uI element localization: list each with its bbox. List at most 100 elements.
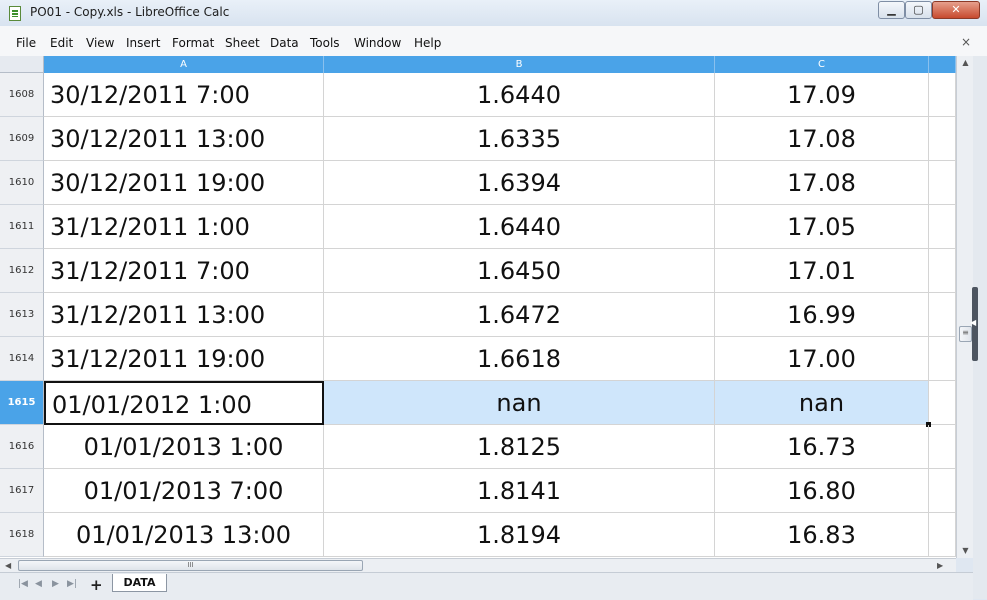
cell-a[interactable]: 30/12/2011 19:00 [44,161,324,205]
row-header[interactable]: 1613 [0,293,44,337]
cell-b[interactable]: 1.6472 [324,293,715,337]
scroll-down-icon[interactable]: ▼ [957,544,974,558]
row-header[interactable]: 1612 [0,249,44,293]
cell-b[interactable]: nan [324,381,715,425]
cell-c[interactable]: 16.99 [715,293,929,337]
horizontal-scrollbar[interactable]: ◀ III ▶ [0,558,956,573]
row-header[interactable]: 1611 [0,205,44,249]
first-sheet-icon[interactable]: |◀ [18,579,28,589]
maximize-button[interactable]: ▢ [905,1,932,19]
row-header[interactable]: 1618 [0,513,44,557]
cell-a[interactable]: 01/01/2013 7:00 [44,469,324,513]
row-header[interactable]: 1609 [0,117,44,161]
cell-b[interactable]: 1.6394 [324,161,715,205]
row-header[interactable]: 1616 [0,425,44,469]
cell-d[interactable] [929,425,956,469]
cell-b[interactable]: 1.8194 [324,513,715,557]
vertical-scroll-thumb[interactable]: ≡ [959,326,972,342]
add-sheet-button[interactable]: + [90,576,103,594]
table-row: 1612 31/12/2011 7:00 1.6450 17.01 [0,249,956,293]
close-document-icon[interactable]: × [961,35,971,49]
menu-data[interactable]: Data [270,36,299,50]
menu-window[interactable]: Window [354,36,401,50]
close-button[interactable]: ✕ [932,1,980,19]
menu-edit[interactable]: Edit [50,36,73,50]
cell-c[interactable]: 16.73 [715,425,929,469]
cell-a[interactable]: 01/01/2013 13:00 [44,513,324,557]
column-header-d[interactable] [929,56,956,73]
spreadsheet-grid[interactable]: A B C 1608 30/12/2011 7:00 1.6440 17.09 1609… [0,56,956,558]
table-row: 1614 31/12/2011 19:00 1.6618 17.00 [0,337,956,381]
cell-b[interactable]: 1.8125 [324,425,715,469]
cell-c[interactable]: 17.09 [715,73,929,117]
table-row: 1615 01/01/2012 1:00 nan nan [0,381,956,427]
cell-a[interactable]: 31/12/2011 19:00 [44,337,324,381]
scroll-left-icon[interactable]: ◀ [5,559,11,573]
cell-a[interactable]: 30/12/2011 13:00 [44,117,324,161]
cell-a[interactable]: 30/12/2011 7:00 [44,73,324,117]
chevron-left-icon: ◀ [970,318,977,327]
cell-c[interactable]: 16.83 [715,513,929,557]
table-row: 1608 30/12/2011 7:00 1.6440 17.09 [0,73,956,117]
cell-c[interactable]: 17.08 [715,117,929,161]
menu-insert[interactable]: Insert [126,36,160,50]
cell-b[interactable]: 1.6335 [324,117,715,161]
cell-d[interactable] [929,205,956,249]
minimize-button[interactable]: ▁ [878,1,905,19]
cell-a[interactable]: 01/01/2013 1:00 [44,425,324,469]
row-header[interactable]: 1614 [0,337,44,381]
horizontal-scroll-thumb[interactable]: III [18,560,363,571]
table-row: 1618 01/01/2013 13:00 1.8194 16.83 [0,513,956,557]
select-all-corner[interactable] [0,56,44,73]
row-header[interactable]: 1615 [0,381,44,425]
cell-a[interactable]: 31/12/2011 13:00 [44,293,324,337]
column-header-a[interactable]: A [44,56,324,73]
column-header-c[interactable]: C [715,56,929,73]
row-header[interactable]: 1617 [0,469,44,513]
cell-c[interactable]: 17.00 [715,337,929,381]
menu-format[interactable]: Format [172,36,214,50]
table-row: 1617 01/01/2013 7:00 1.8141 16.80 [0,469,956,513]
scroll-right-icon[interactable]: ▶ [937,559,943,573]
column-header-b[interactable]: B [324,56,715,73]
cell-d[interactable] [929,161,956,205]
cell-d[interactable] [929,513,956,557]
scroll-up-icon[interactable]: ▲ [957,56,974,70]
menu-sheet[interactable]: Sheet [225,36,260,50]
previous-sheet-icon[interactable]: ◀ [35,579,42,589]
cell-c[interactable]: 16.80 [715,469,929,513]
row-header[interactable]: 1610 [0,161,44,205]
table-row: 1616 01/01/2013 1:00 1.8125 16.73 [0,425,956,469]
cell-d[interactable] [929,293,956,337]
menu-file[interactable]: File [16,36,36,50]
cell-c[interactable]: nan [715,381,929,425]
row-header[interactable]: 1608 [0,73,44,117]
cell-b[interactable]: 1.6440 [324,73,715,117]
next-sheet-icon[interactable]: ▶ [52,579,59,589]
cell-d[interactable] [929,469,956,513]
cell-c[interactable]: 17.05 [715,205,929,249]
cell-d[interactable] [929,249,956,293]
sheet-tab-data[interactable]: DATA [112,574,167,592]
title-bar: PO01 - Copy.xls - LibreOffice Calc ▁ ▢ ✕ [0,0,987,27]
cell-b[interactable]: 1.6618 [324,337,715,381]
cell-d[interactable] [929,117,956,161]
cell-d[interactable] [929,73,956,117]
cell-c[interactable]: 17.01 [715,249,929,293]
cell-a[interactable]: 01/01/2012 1:00 [44,381,324,425]
window-title: PO01 - Copy.xls - LibreOffice Calc [30,5,230,19]
sheet-tab-bar: |◀ ◀ ▶ ▶| + DATA [0,572,973,600]
cell-a[interactable]: 31/12/2011 7:00 [44,249,324,293]
menu-tools[interactable]: Tools [310,36,340,50]
cell-a[interactable]: 31/12/2011 1:00 [44,205,324,249]
last-sheet-icon[interactable]: ▶| [67,579,77,589]
menu-help[interactable]: Help [414,36,441,50]
cell-d[interactable] [929,381,956,425]
cell-c[interactable]: 17.08 [715,161,929,205]
menu-bar: × File Edit View Insert Format Sheet Data Tools… [0,26,987,57]
cell-b[interactable]: 1.6450 [324,249,715,293]
menu-view[interactable]: View [86,36,114,50]
cell-d[interactable] [929,337,956,381]
cell-b[interactable]: 1.6440 [324,205,715,249]
cell-b[interactable]: 1.8141 [324,469,715,513]
